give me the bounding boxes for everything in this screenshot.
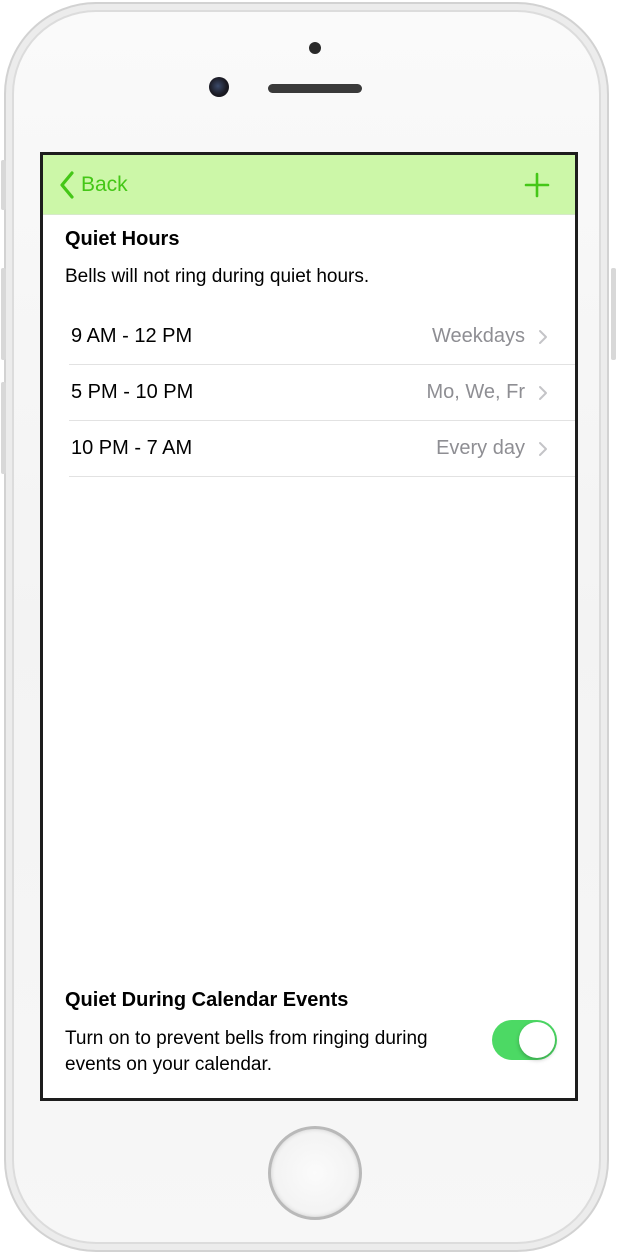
quiet-hours-description: Bells will not ring during quiet hours. [65, 266, 370, 287]
quiet-hours-row[interactable]: 9 AM - 12 PM Weekdays [69, 309, 575, 365]
chevron-right-icon [539, 386, 547, 400]
chevron-right-icon [539, 330, 547, 344]
quiet-hours-time: 9 AM - 12 PM [71, 325, 193, 347]
quiet-hours-time: 10 PM - 7 AM [71, 437, 193, 459]
proximity-sensor [309, 42, 321, 54]
quiet-hours-days: Every day [436, 437, 525, 459]
volume-up-button [1, 268, 6, 360]
front-camera [209, 77, 229, 97]
toggle-knob [519, 1022, 555, 1058]
quiet-hours-time: 5 PM - 10 PM [71, 381, 194, 403]
home-button[interactable] [268, 1126, 362, 1220]
quiet-hours-list: 9 AM - 12 PM Weekdays 5 PM - 10 PM Mo, W… [69, 309, 575, 477]
calendar-events-title: Quiet During Calendar Events [65, 989, 349, 1011]
app-screen: Back Quiet Hours Bells will not ring dur… [40, 152, 578, 1101]
chevron-right-icon [539, 442, 547, 456]
mute-switch [1, 160, 6, 210]
quiet-hours-title: Quiet Hours [65, 228, 180, 250]
power-button [611, 268, 616, 360]
navigation-bar: Back [43, 155, 575, 215]
back-button[interactable]: Back [59, 169, 128, 201]
earpiece-speaker [268, 84, 362, 93]
calendar-events-description: Turn on to prevent bells from ringing du… [65, 1028, 428, 1075]
quiet-hours-days: Weekdays [431, 325, 525, 347]
quiet-hours-days: Mo, We, Fr [426, 381, 525, 403]
plus-icon[interactable] [523, 171, 551, 199]
quiet-hours-row[interactable]: 5 PM - 10 PM Mo, We, Fr [69, 365, 575, 421]
chevron-left-icon [60, 171, 74, 199]
calendar-events-toggle[interactable] [492, 1020, 557, 1060]
back-label: Back [81, 173, 128, 196]
volume-down-button [1, 382, 6, 474]
quiet-hours-row[interactable]: 10 PM - 7 AM Every day [69, 421, 575, 477]
